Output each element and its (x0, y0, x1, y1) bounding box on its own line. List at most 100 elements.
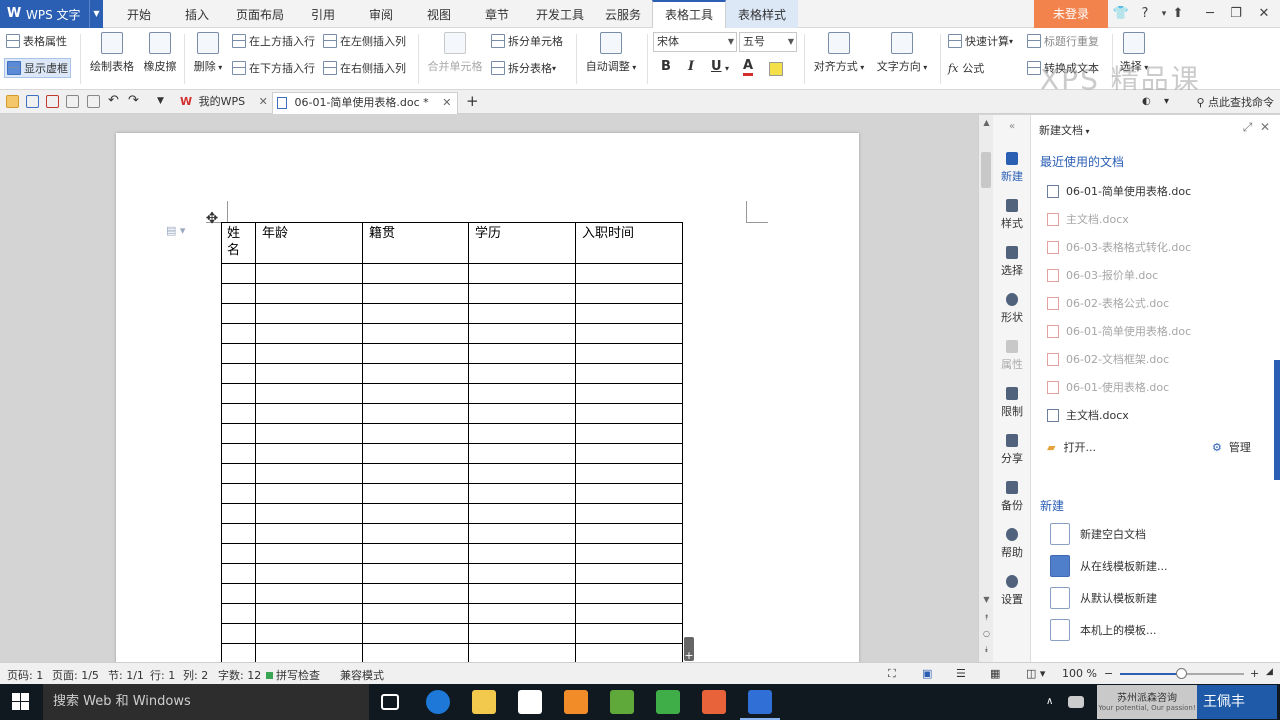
recent-document-item[interactable]: 主文档.docx (1047, 211, 1129, 227)
table-header-cell[interactable]: 籍贯 (362, 222, 469, 264)
highlight-icon[interactable] (769, 62, 783, 76)
sidebar-item-backup[interactable]: 备份 (993, 481, 1031, 513)
table-cell[interactable] (362, 443, 469, 464)
table-cell[interactable] (255, 303, 363, 324)
table-cell[interactable] (255, 483, 363, 504)
table-cell[interactable] (255, 503, 363, 524)
table-cell[interactable] (468, 303, 576, 324)
web-view-icon[interactable]: ▦ (990, 667, 1000, 680)
table-cell[interactable] (255, 603, 363, 624)
zoom-slider-handle[interactable] (1176, 668, 1187, 679)
recent-document-item[interactable]: 06-01-简单使用表格.doc (1047, 323, 1191, 339)
table-cell[interactable] (468, 643, 576, 664)
table-cell[interactable] (362, 263, 469, 284)
delete-button[interactable]: 删除 ▾ (188, 32, 228, 74)
table-cell[interactable] (468, 383, 576, 404)
table-cell[interactable] (362, 503, 469, 524)
wps-writer-taskbar-icon[interactable] (740, 690, 780, 720)
table-cell[interactable] (468, 483, 576, 504)
scrollbar-thumb[interactable] (981, 152, 991, 188)
sidebar-item-shapes[interactable]: 形状 (993, 293, 1031, 325)
zoom-slider[interactable] (1120, 668, 1244, 679)
presentation-app-icon[interactable] (564, 690, 588, 714)
add-row-handle[interactable]: + (684, 637, 694, 662)
table-properties-button[interactable]: 表格属性 (6, 33, 67, 49)
table-cell[interactable] (362, 363, 469, 384)
table-cell[interactable] (362, 483, 469, 504)
table-cell[interactable] (362, 643, 469, 664)
tab-current-document[interactable]: 06-01-简单使用表格.doc * ✕ (272, 92, 458, 114)
recent-document-item[interactable]: 06-01-简单使用表格.doc (1047, 183, 1191, 199)
new-tab-button[interactable]: + (462, 92, 479, 114)
table-header-cell[interactable]: 入职时间 (575, 222, 683, 264)
local-templates[interactable]: 本机上的模板... (1050, 619, 1157, 641)
task-view-icon[interactable] (381, 694, 399, 710)
new-from-online-template[interactable]: 从在线模板新建... (1050, 555, 1168, 577)
table-cell[interactable] (362, 403, 469, 424)
table-cell[interactable] (468, 403, 576, 424)
eraser-button[interactable]: 橡皮擦 (140, 32, 180, 74)
table-cell[interactable] (362, 603, 469, 624)
command-search[interactable]: ⚲ 点此查找命令 (1196, 94, 1274, 110)
underline-button[interactable]: U (711, 59, 722, 74)
table-cell[interactable] (221, 423, 256, 444)
table-cell[interactable] (255, 543, 363, 564)
recent-document-item[interactable]: 06-03-报价单.doc (1047, 267, 1158, 283)
document-table[interactable]: 姓 名年龄 籍贯 学历 入职时间 (221, 222, 683, 664)
table-cell[interactable] (221, 603, 256, 624)
paragraph-handle-icon[interactable]: ▤ ▾ (166, 224, 185, 237)
pop-out-icon[interactable]: ⤢ (1243, 120, 1253, 134)
tab-insert[interactable]: 插入 (172, 0, 222, 28)
table-cell[interactable] (575, 623, 683, 644)
font-size-select[interactable]: 五号 ▼ (739, 32, 797, 52)
tab-my-wps[interactable]: W 我的WPS ✕ (176, 92, 271, 114)
table-cell[interactable] (575, 283, 683, 304)
close-icon[interactable]: ✕ (442, 96, 451, 109)
shirt-icon[interactable]: 👕 (1110, 0, 1132, 28)
table-cell[interactable] (575, 383, 683, 404)
table-cell[interactable] (255, 443, 363, 464)
table-header-cell[interactable]: 年龄 (255, 222, 363, 264)
table-header-cell[interactable]: 姓 名 (221, 222, 256, 264)
recorder-app-icon[interactable] (702, 690, 726, 714)
table-cell[interactable] (221, 303, 256, 324)
edge-browser-icon[interactable] (426, 690, 450, 714)
table-cell[interactable] (468, 263, 576, 284)
table-cell[interactable] (575, 543, 683, 564)
draw-table-button[interactable]: 绘制表格 (88, 32, 136, 74)
table-cell[interactable] (221, 583, 256, 604)
table-cell[interactable] (575, 443, 683, 464)
fullscreen-view-icon[interactable]: ⛶ (888, 667, 896, 681)
repeat-header-button[interactable]: 标题行重复 (1027, 33, 1099, 49)
table-cell[interactable] (255, 643, 363, 664)
table-cell[interactable] (575, 643, 683, 664)
tray-icon[interactable] (1068, 696, 1084, 708)
vertical-scrollbar[interactable]: ▲ ▼ ⯭ ○ ⯯ (978, 115, 993, 662)
tab-table-style[interactable]: 表格样式 (726, 0, 798, 28)
zoom-out-icon[interactable]: − (1104, 667, 1113, 680)
eye-protect-icon[interactable]: ◫ ▾ (1026, 667, 1045, 680)
recent-document-item[interactable]: 主文档.docx (1047, 407, 1129, 423)
table-cell[interactable] (221, 643, 256, 664)
scroll-up-icon[interactable]: ▲ (979, 118, 994, 127)
table-cell[interactable] (468, 343, 576, 364)
sidebar-item-restrict[interactable]: 限制 (993, 387, 1031, 419)
table-cell[interactable] (468, 583, 576, 604)
font-name-select[interactable]: 宋体 ▼ (653, 32, 737, 52)
tray-expand-icon[interactable]: ∧ (1046, 696, 1058, 708)
new-blank-document[interactable]: 新建空白文档 (1050, 523, 1146, 545)
table-cell[interactable] (575, 483, 683, 504)
table-cell[interactable] (255, 623, 363, 644)
sidebar-item-new[interactable]: 新建 (993, 152, 1031, 184)
chevron-down-icon[interactable]: ▾ (1164, 95, 1177, 108)
zoom-level[interactable]: 100 % (1062, 667, 1097, 680)
tab-review[interactable]: 审阅 (356, 0, 406, 28)
table-cell[interactable] (255, 343, 363, 364)
recent-document-item[interactable]: 06-01-使用表格.doc (1047, 379, 1169, 395)
sidebar-item-select[interactable]: 选择 (993, 246, 1031, 278)
save-icon[interactable] (26, 95, 39, 108)
undo-icon[interactable]: ↶ (108, 94, 121, 107)
tab-home[interactable]: 开始 (114, 0, 164, 28)
split-cell-button[interactable]: 拆分单元格 (491, 33, 563, 49)
table-cell[interactable] (468, 323, 576, 344)
